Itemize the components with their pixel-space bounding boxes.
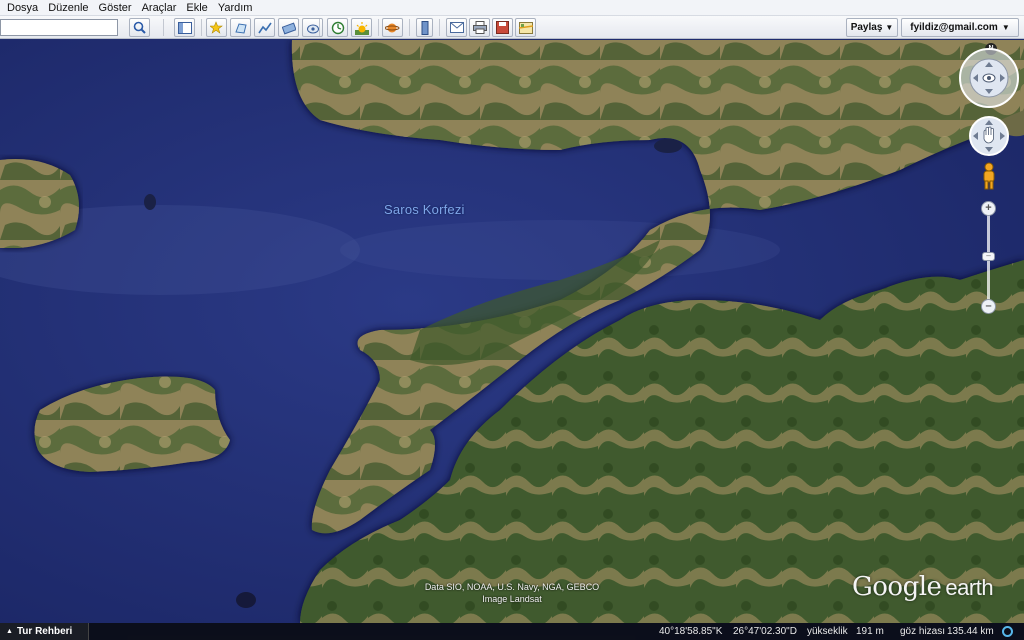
share-label: Paylaş (850, 22, 883, 33)
menu-tools[interactable]: Araçlar (139, 0, 184, 16)
eye-altitude-value: 135.44 km (947, 626, 994, 637)
eye-altitude-label: göz hizası (900, 626, 946, 637)
save-image-button[interactable] (492, 18, 513, 37)
street-view-pegman-icon[interactable] (980, 162, 998, 190)
add-path-icon (256, 19, 273, 36)
logo-google: Google (852, 572, 942, 602)
streaming-status-icon (1002, 626, 1013, 637)
place-label[interactable]: Saros Korfezi (384, 202, 465, 217)
toolbar-separator (319, 19, 320, 36)
menu-file[interactable]: Dosya (4, 0, 45, 16)
zoom-slider-handle[interactable]: – (982, 252, 995, 261)
add-polygon-icon (232, 19, 249, 36)
account-label: fyildiz@gmail.com (910, 22, 998, 33)
toolbar-separator (163, 19, 164, 36)
chevron-down-icon: ▼ (885, 23, 894, 32)
menu-bar: Dosya Düzenle Göster Araçlar Ekle Yardım (0, 0, 1024, 16)
historical-imagery-icon (329, 19, 346, 36)
expand-arrow-icon: ▲ (6, 628, 13, 635)
ruler-button[interactable] (416, 18, 433, 37)
sunlight-button[interactable] (351, 18, 372, 37)
menu-help[interactable]: Yardım (215, 0, 260, 16)
elevation-label: yükseklik (807, 626, 848, 637)
zoom-out-button[interactable]: – (981, 299, 996, 314)
email-icon (448, 19, 465, 36)
toolbar-separator (409, 19, 410, 36)
view-in-maps-icon (517, 19, 534, 36)
toolbar-separator (201, 19, 202, 36)
menu-view[interactable]: Göster (96, 0, 139, 16)
toolbar-separator (439, 19, 440, 36)
sidebar-toggle-icon (176, 19, 193, 36)
elevation-value: 191 m (856, 626, 884, 637)
add-path-button[interactable] (254, 18, 275, 37)
logo-earth: earth (945, 575, 994, 600)
search-button[interactable] (129, 18, 150, 37)
search-input[interactable] (0, 19, 118, 36)
look-joystick[interactable] (958, 47, 1020, 109)
print-icon (471, 19, 488, 36)
view-in-maps-button[interactable] (515, 18, 536, 37)
save-image-icon (494, 19, 511, 36)
menu-edit[interactable]: Düzenle (45, 0, 95, 16)
toolbar-separator (378, 19, 379, 36)
satellite-imagery (0, 40, 1024, 623)
planets-icon (384, 19, 401, 36)
sidebar-toggle-button[interactable] (174, 18, 195, 37)
add-placemark-button[interactable] (206, 18, 227, 37)
toolbar: Paylaş ▼ fyildiz@gmail.com ▼ (0, 16, 1024, 39)
google-earth-logo: Google earth (852, 572, 994, 602)
earth-view[interactable]: Saros Korfezi Data SIO, NOAA, U.S. Navy,… (0, 40, 1024, 623)
zoom-in-button[interactable]: + (981, 201, 996, 216)
print-button[interactable] (469, 18, 490, 37)
move-joystick[interactable] (968, 115, 1010, 157)
share-button[interactable]: Paylaş ▼ (846, 18, 898, 37)
account-button[interactable]: fyildiz@gmail.com ▼ (901, 18, 1019, 37)
historical-imagery-button[interactable] (327, 18, 348, 37)
latitude-readout: 40°18'58.85"K (659, 626, 723, 637)
search-icon (131, 19, 148, 36)
add-image-overlay-icon (280, 19, 297, 36)
add-image-overlay-button[interactable] (278, 18, 299, 37)
tour-guide-button[interactable]: ▲ Tur Rehberi (0, 623, 89, 640)
sunlight-icon (353, 19, 370, 36)
add-placemark-icon (208, 19, 225, 36)
tour-guide-label: Tur Rehberi (16, 626, 73, 637)
ruler-icon (417, 19, 432, 36)
email-button[interactable] (446, 18, 467, 37)
menu-add[interactable]: Ekle (183, 0, 214, 16)
add-polygon-button[interactable] (230, 18, 251, 37)
status-bar: ▲ Tur Rehberi 40°18'58.85"K 26°47'02.30"… (0, 623, 1024, 640)
planets-button[interactable] (382, 18, 403, 37)
longitude-readout: 26°47'02.30"D (733, 626, 797, 637)
chevron-down-icon: ▼ (1001, 23, 1010, 32)
